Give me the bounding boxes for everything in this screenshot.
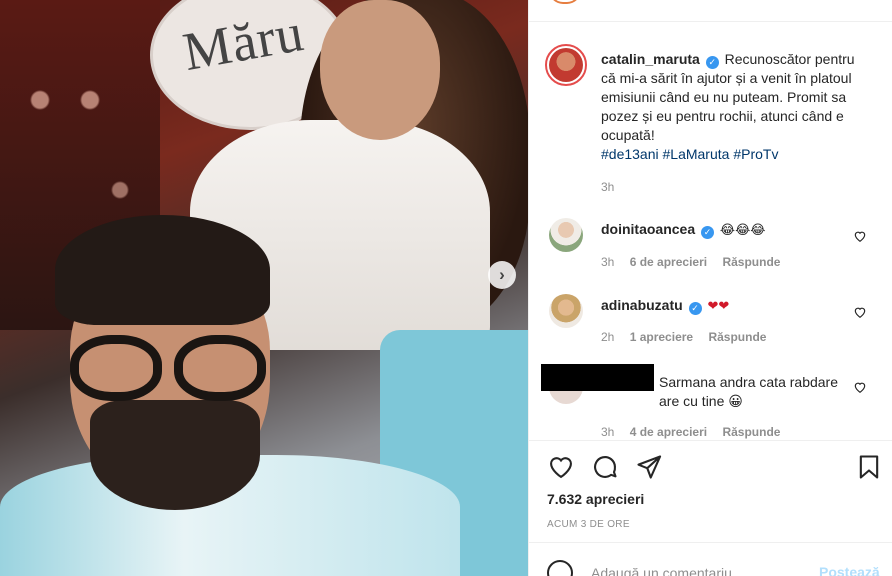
- add-comment-bar: Postează: [529, 543, 892, 576]
- comment-item: doinitaoancea ✓ 😂😂😂: [601, 220, 851, 240]
- comment-item: adinabuzatu ✓ ❤❤: [601, 296, 851, 316]
- comment-avatar[interactable]: [549, 218, 583, 252]
- comment-meta: 3h 4 de aprecieri Răspunde: [601, 425, 780, 439]
- post-side-panel: catalin_maruta ✓ Recunoscător pentru că …: [528, 0, 892, 576]
- likes-count[interactable]: 7.632 aprecieri: [547, 491, 644, 507]
- carousel-next-button[interactable]: ›: [488, 261, 516, 289]
- verified-badge-icon: ✓: [688, 302, 702, 315]
- post-photo[interactable]: Măru ›: [0, 0, 528, 576]
- post-caption: catalin_maruta ✓ Recunoscător pentru că …: [601, 50, 863, 164]
- verified-badge-icon: ✓: [705, 56, 719, 69]
- comment-username[interactable]: doinitaoancea: [601, 221, 695, 237]
- comment-time: 3h: [601, 425, 615, 439]
- comment-time: 3h: [601, 255, 615, 269]
- comment-meta: 2h 1 apreciere Răspunde: [601, 330, 766, 344]
- bookmark-icon[interactable]: [855, 453, 883, 481]
- comment-input[interactable]: [591, 563, 801, 576]
- comment-text: ❤❤: [707, 299, 730, 314]
- studio-sign-text: Măru: [178, 1, 309, 83]
- share-icon[interactable]: [635, 453, 663, 481]
- heart-icon[interactable]: [853, 229, 867, 243]
- caption-time: 3h: [601, 180, 615, 194]
- heart-icon[interactable]: [547, 453, 575, 481]
- comment-icon[interactable]: [591, 453, 619, 481]
- redaction-box: [541, 364, 654, 391]
- man-hair: [55, 215, 270, 325]
- reply-button[interactable]: Răspunde: [722, 255, 780, 269]
- comment-likes[interactable]: 4 de aprecieri: [630, 425, 707, 439]
- glasses-lens-left: [70, 335, 162, 401]
- woman-face: [320, 0, 440, 140]
- man-beard: [90, 400, 260, 510]
- author-username[interactable]: catalin_maruta: [601, 51, 700, 67]
- divider: [529, 440, 892, 441]
- author-avatar[interactable]: [545, 44, 587, 86]
- header-avatar[interactable]: [549, 0, 581, 4]
- comment-username[interactable]: adinabuzatu: [601, 297, 683, 313]
- heart-icon[interactable]: [853, 305, 867, 319]
- verified-badge-icon: ✓: [701, 226, 715, 239]
- comment-meta: 3h 6 de aprecieri Răspunde: [601, 255, 780, 269]
- comment-time: 2h: [601, 330, 615, 344]
- glasses-lens-right: [174, 335, 266, 401]
- post-actions: [547, 453, 879, 481]
- reply-button[interactable]: Răspunde: [722, 425, 780, 439]
- comment-text: 😂😂😂: [719, 223, 766, 238]
- chevron-right-icon: ›: [499, 265, 505, 284]
- post-timestamp[interactable]: ACUM 3 DE ORE: [547, 519, 630, 530]
- caption-hashtags[interactable]: #de13ani #LaMaruta #ProTv: [601, 146, 778, 162]
- glasses: [70, 335, 270, 405]
- comment-avatar[interactable]: [549, 294, 583, 328]
- comment-likes[interactable]: 6 de aprecieri: [630, 255, 707, 269]
- comment-likes[interactable]: 1 apreciere: [630, 330, 693, 344]
- post-comment-button[interactable]: Postează: [819, 564, 880, 576]
- reply-button[interactable]: Răspunde: [708, 330, 766, 344]
- heart-icon[interactable]: [853, 380, 867, 394]
- post-header: [529, 0, 892, 22]
- emoji-icon[interactable]: [547, 560, 573, 576]
